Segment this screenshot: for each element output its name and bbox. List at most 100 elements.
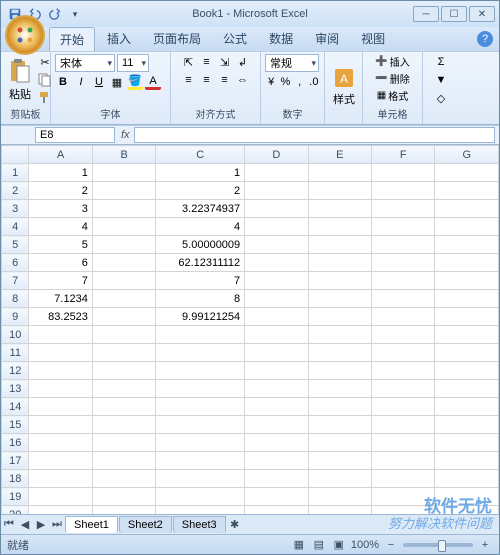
cell[interactable] [92, 434, 155, 452]
cell[interactable] [435, 218, 499, 236]
cell[interactable] [29, 452, 92, 470]
zoom-slider[interactable] [403, 543, 473, 547]
tab-home[interactable]: 开始 [49, 27, 95, 51]
cell[interactable]: 2 [156, 182, 245, 200]
maximize-button[interactable]: ☐ [441, 6, 467, 22]
cell[interactable] [245, 200, 308, 218]
row-header[interactable]: 12 [2, 362, 29, 380]
cell[interactable]: 8 [156, 290, 245, 308]
cell[interactable]: 7 [156, 272, 245, 290]
cell[interactable] [156, 398, 245, 416]
cell[interactable] [245, 344, 308, 362]
cell[interactable] [372, 272, 435, 290]
cell[interactable]: 4 [29, 218, 92, 236]
redo-icon[interactable] [47, 6, 63, 22]
clear-icon[interactable]: ◇ [433, 90, 449, 106]
cell[interactable] [92, 236, 155, 254]
cell[interactable] [245, 254, 308, 272]
cell[interactable] [156, 452, 245, 470]
cell[interactable] [308, 326, 371, 344]
cell[interactable] [435, 488, 499, 506]
dec-inc-icon[interactable]: .0 [308, 74, 320, 90]
comma-icon[interactable]: , [294, 74, 306, 90]
cell[interactable] [308, 272, 371, 290]
sheet-nav-next-icon[interactable]: ▶ [33, 517, 49, 533]
cell[interactable] [92, 452, 155, 470]
cell[interactable] [372, 416, 435, 434]
cell[interactable] [435, 182, 499, 200]
fill-color-icon[interactable]: 🪣 [127, 74, 143, 90]
sheet-tab-1[interactable]: Sheet1 [65, 516, 118, 533]
cell[interactable]: 5 [29, 236, 92, 254]
cell[interactable] [245, 434, 308, 452]
cell[interactable] [156, 416, 245, 434]
font-size-dropdown[interactable]: 11 [117, 54, 149, 72]
cell[interactable] [308, 470, 371, 488]
cell[interactable] [372, 308, 435, 326]
cell[interactable]: 3 [29, 200, 92, 218]
cell[interactable] [245, 452, 308, 470]
cell[interactable] [308, 218, 371, 236]
row-header[interactable]: 18 [2, 470, 29, 488]
cell[interactable] [308, 488, 371, 506]
cell[interactable] [245, 182, 308, 200]
cell[interactable] [372, 434, 435, 452]
row-header[interactable]: 3 [2, 200, 29, 218]
close-button[interactable]: ✕ [469, 6, 495, 22]
cell[interactable] [156, 362, 245, 380]
cell[interactable] [156, 380, 245, 398]
tab-view[interactable]: 视图 [351, 27, 395, 51]
cell[interactable]: 4 [156, 218, 245, 236]
sheet-tab-2[interactable]: Sheet2 [119, 516, 172, 533]
cell[interactable] [435, 164, 499, 182]
paste-button[interactable]: 粘贴 [5, 56, 35, 104]
font-color-icon[interactable]: A [145, 74, 161, 90]
cell[interactable] [435, 236, 499, 254]
cell[interactable] [308, 434, 371, 452]
wrap-icon[interactable]: ↲ [235, 54, 251, 70]
cell[interactable] [435, 416, 499, 434]
cell[interactable] [372, 164, 435, 182]
cell[interactable] [435, 452, 499, 470]
row-header[interactable]: 6 [2, 254, 29, 272]
cell[interactable] [308, 182, 371, 200]
cell[interactable] [245, 272, 308, 290]
cell[interactable] [372, 200, 435, 218]
cell[interactable] [308, 308, 371, 326]
merge-icon[interactable]: ⇔ [235, 72, 251, 88]
row-header[interactable]: 17 [2, 452, 29, 470]
number-format-dropdown[interactable]: 常规 [265, 54, 319, 72]
cell[interactable] [435, 434, 499, 452]
cell[interactable] [92, 164, 155, 182]
cell[interactable] [156, 434, 245, 452]
row-header[interactable]: 1 [2, 164, 29, 182]
view-break-icon[interactable]: ▣ [331, 537, 347, 553]
cell[interactable] [92, 416, 155, 434]
cell[interactable] [308, 254, 371, 272]
cell[interactable] [308, 236, 371, 254]
cell[interactable] [435, 254, 499, 272]
zoom-level[interactable]: 100% [351, 539, 379, 551]
cell[interactable] [372, 290, 435, 308]
autosum-icon[interactable]: Σ [433, 54, 449, 70]
cell[interactable] [435, 362, 499, 380]
cell[interactable] [92, 290, 155, 308]
column-header[interactable]: D [245, 146, 308, 164]
cell[interactable] [245, 470, 308, 488]
cell[interactable] [156, 506, 245, 515]
row-header[interactable]: 20 [2, 506, 29, 515]
row-header[interactable]: 8 [2, 290, 29, 308]
row-header[interactable]: 7 [2, 272, 29, 290]
cell[interactable] [92, 254, 155, 272]
cell[interactable] [372, 488, 435, 506]
cell[interactable] [92, 380, 155, 398]
cell[interactable] [245, 488, 308, 506]
tab-insert[interactable]: 插入 [97, 27, 141, 51]
cell[interactable] [29, 506, 92, 515]
cell[interactable]: 62.12311112 [156, 254, 245, 272]
row-header[interactable]: 14 [2, 398, 29, 416]
fill-icon[interactable]: ▼ [433, 72, 449, 88]
cell[interactable] [92, 362, 155, 380]
cell[interactable] [372, 452, 435, 470]
delete-cells-button[interactable]: ➖删除 [375, 71, 409, 86]
